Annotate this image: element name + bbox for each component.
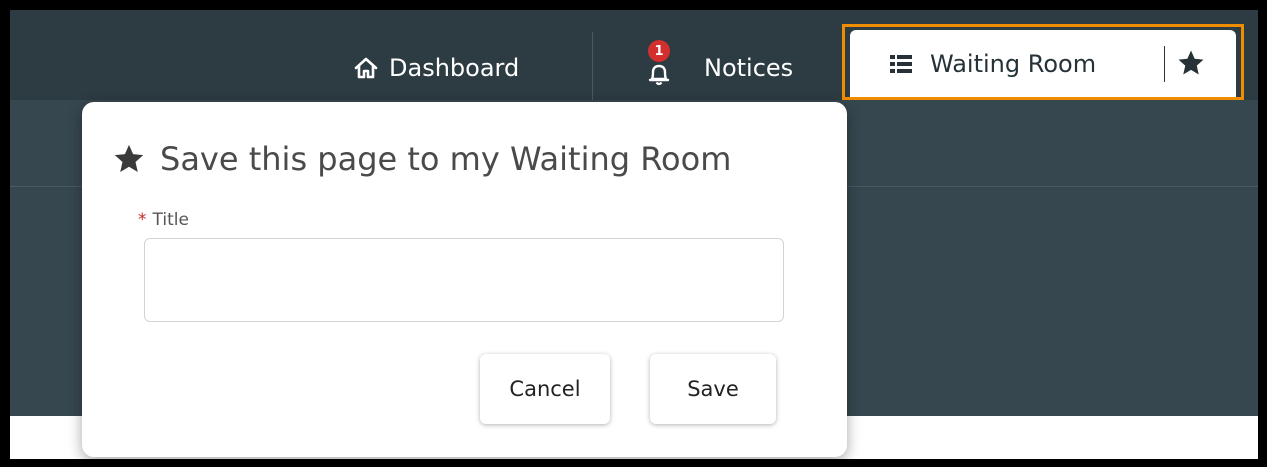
app-frame: Dashboard 1 Notices Waiting Room Save th… (10, 10, 1258, 459)
nav-divider (592, 32, 593, 100)
dialog-title: Save this page to my Waiting Room (112, 140, 731, 178)
title-field-label: * Title (138, 210, 189, 230)
title-field-label-text: Title (152, 210, 189, 230)
list-icon (890, 55, 912, 73)
nav-notices[interactable]: 1 Notices (646, 40, 794, 88)
nav-waiting-room[interactable]: Waiting Room (850, 30, 1236, 98)
dialog-title-text: Save this page to my Waiting Room (160, 140, 732, 178)
star-icon (114, 144, 144, 173)
nav-dashboard-label: Dashboard (389, 54, 520, 82)
notices-icon-wrap: 1 (646, 40, 670, 86)
nav-notices-label: Notices (704, 54, 794, 82)
required-marker: * (138, 210, 147, 230)
home-icon (354, 57, 378, 79)
title-input[interactable] (144, 238, 784, 322)
star-icon[interactable] (1176, 48, 1206, 78)
bell-icon (648, 64, 670, 86)
notification-badge: 1 (648, 40, 670, 62)
cancel-button[interactable]: Cancel (480, 354, 610, 424)
save-button[interactable]: Save (650, 354, 776, 424)
tab-separator (1164, 46, 1165, 82)
nav-waiting-room-label: Waiting Room (930, 50, 1097, 78)
nav-dashboard[interactable]: Dashboard (353, 48, 519, 88)
save-page-dialog: Save this page to my Waiting Room * Title… (82, 102, 847, 457)
